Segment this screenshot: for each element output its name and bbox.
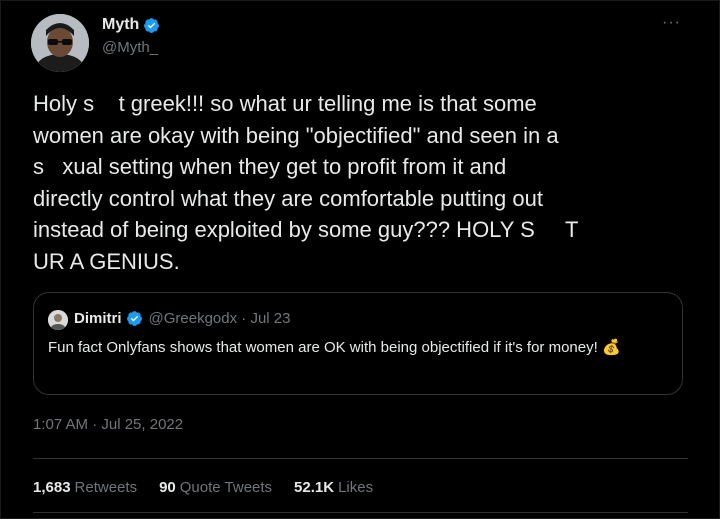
- quoted-tweet[interactable]: Dimitri @Greekgodx · Jul 23 Fun fact Onl…: [33, 292, 683, 395]
- author-handle[interactable]: @Myth_: [102, 39, 158, 56]
- author-avatar[interactable]: [31, 14, 89, 72]
- quoted-text: Fun fact Onlyfans shows that women are O…: [48, 339, 598, 356]
- quoted-verified-badge-icon: [126, 311, 142, 326]
- verified-badge-icon: [144, 17, 160, 33]
- retweets-label: Retweets: [74, 479, 138, 496]
- author-name-row[interactable]: Myth: [102, 16, 160, 34]
- quote-tweets-label: Quote Tweets: [179, 479, 273, 496]
- quoted-author-avatar: [48, 310, 68, 330]
- more-options-icon[interactable]: ···: [662, 14, 681, 32]
- tweet-text: Holy s t greek!!! so what ur telling me …: [33, 91, 579, 274]
- bottom-divider: [33, 512, 688, 513]
- engagement-stats: 1,683 Retweets 90 Quote Tweets 52.1K Likes: [33, 479, 373, 496]
- quote-tweets-count: 90: [159, 479, 176, 496]
- quoted-handle-time: @Greekgodx · Jul 23: [148, 310, 291, 327]
- tweet-timestamp[interactable]: 1:07 AM · Jul 25, 2022: [33, 416, 183, 433]
- likes-count: 52.1K: [294, 479, 335, 496]
- likes-label: Likes: [338, 479, 374, 496]
- divider: [33, 458, 688, 459]
- retweets-stat[interactable]: 1,683 Retweets: [33, 479, 137, 496]
- likes-stat[interactable]: 52.1K Likes: [294, 479, 373, 496]
- tweet: Myth @Myth_ ··· Holy s t greek!!! so wha…: [0, 0, 720, 519]
- author-display-name[interactable]: Myth: [102, 16, 139, 34]
- quoted-text-block: Fun fact Onlyfans shows that women are O…: [48, 337, 668, 359]
- quoted-header: Dimitri @Greekgodx · Jul 23: [74, 310, 290, 327]
- quoted-display-name: Dimitri: [74, 310, 122, 327]
- quote-tweets-stat[interactable]: 90 Quote Tweets: [159, 479, 272, 496]
- retweets-count: 1,683: [33, 479, 71, 496]
- money-bag-emoji: 💰: [601, 339, 621, 356]
